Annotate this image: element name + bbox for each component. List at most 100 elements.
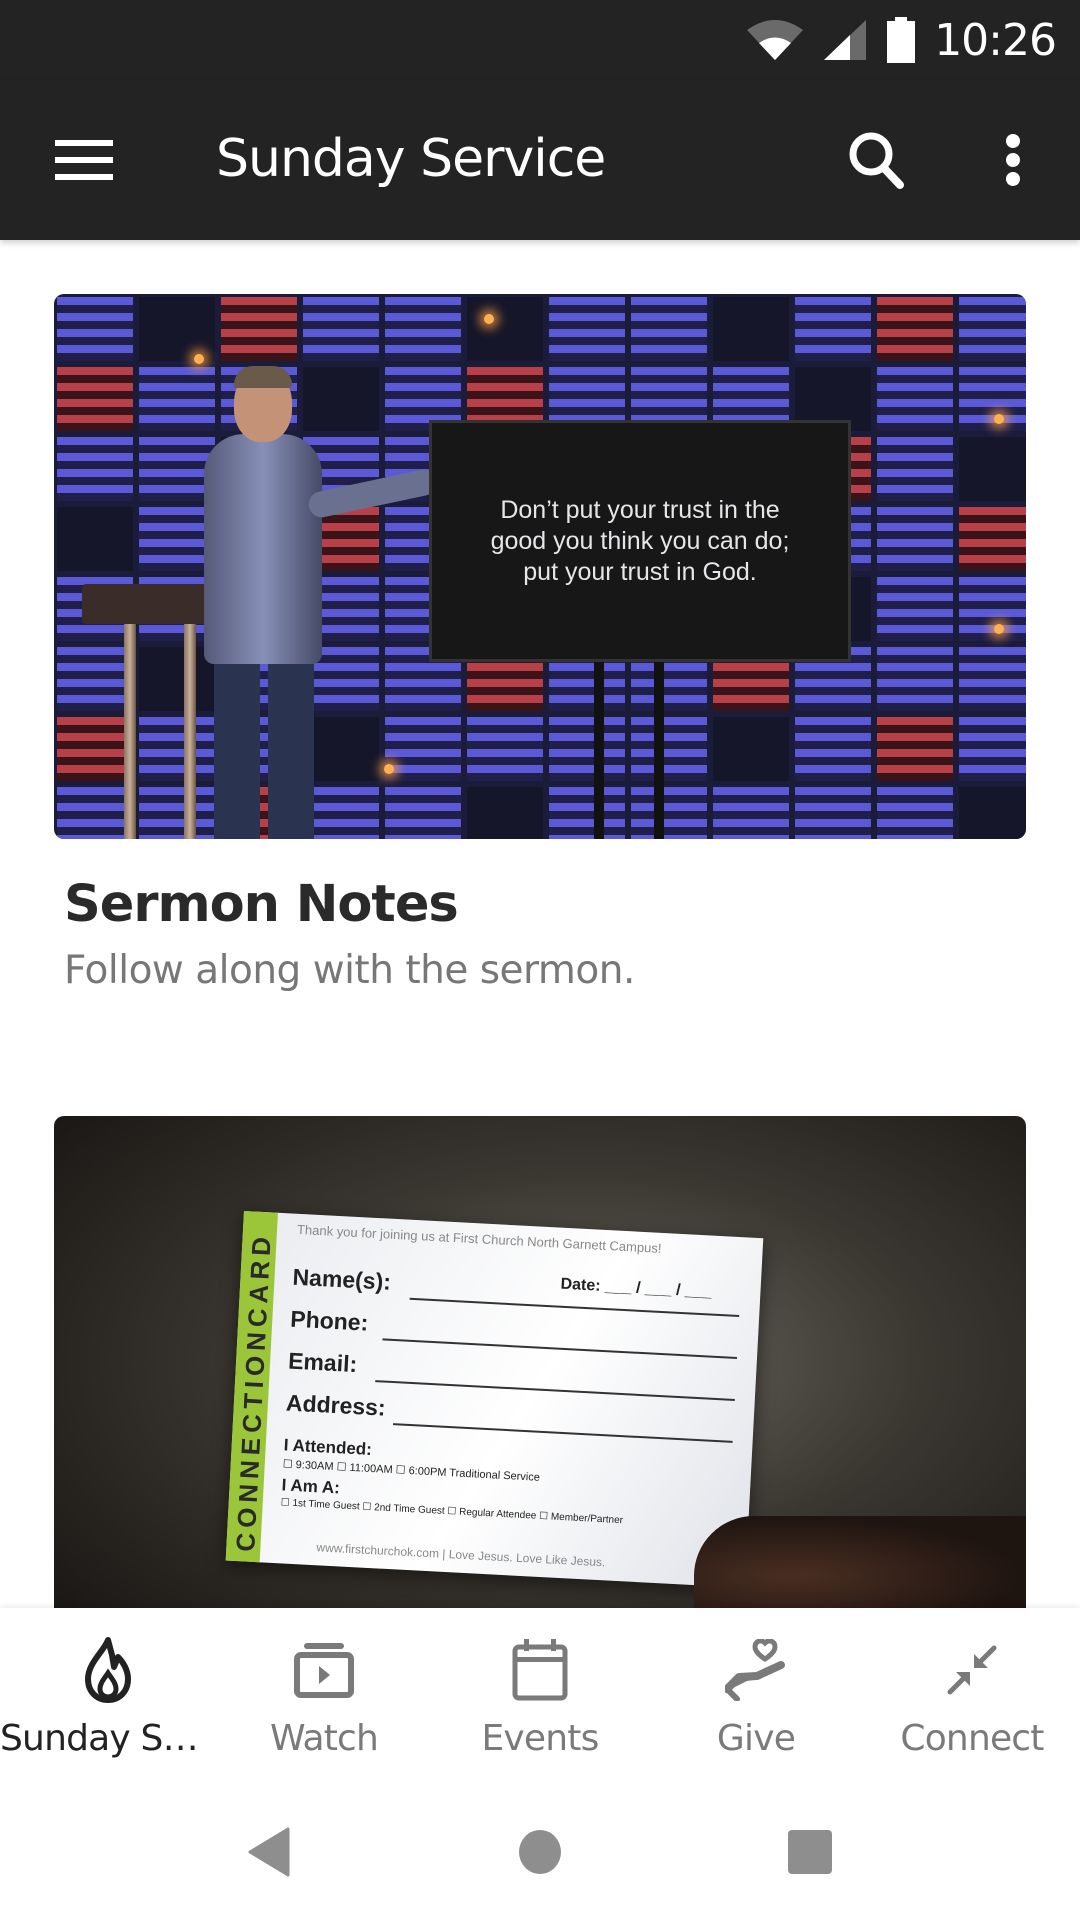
nav-label: Watch xyxy=(269,1718,379,1759)
card-subtitle: Follow along with the sermon. xyxy=(64,948,635,993)
pastor-hair xyxy=(234,366,292,388)
recents-button[interactable] xyxy=(780,1822,840,1882)
stage-crate xyxy=(385,717,461,781)
wifi-icon xyxy=(747,20,804,60)
stage-crate xyxy=(57,367,133,431)
stage-crate xyxy=(877,507,953,571)
stage-crate xyxy=(877,787,953,839)
stage-crate xyxy=(713,787,789,839)
nav-item-connect[interactable]: Connect xyxy=(864,1608,1080,1778)
connection-card-paper: CONNECTIONCARD Thank you for joining us … xyxy=(225,1211,764,1588)
stage-crate xyxy=(303,297,379,361)
card-footer: www.firstchurchok.com | Love Jesus. Love… xyxy=(316,1540,606,1570)
stage-light-bulb xyxy=(384,764,394,774)
calendar-icon xyxy=(512,1639,568,1701)
stage-crate xyxy=(549,787,625,839)
stage-crate xyxy=(57,297,133,361)
stage-crate xyxy=(549,717,625,781)
stage-crate xyxy=(877,717,953,781)
stage-light-bulb xyxy=(194,354,204,364)
hand-thumb xyxy=(694,1516,1026,1608)
stage-crate xyxy=(877,577,953,641)
search-button[interactable] xyxy=(842,124,910,196)
cell-signal-icon xyxy=(824,20,867,60)
stage-crate xyxy=(631,297,707,361)
podium-leg xyxy=(184,624,196,839)
hand-heart-icon xyxy=(725,1639,785,1701)
connection-card-card[interactable]: CONNECTIONCARD Thank you for joining us … xyxy=(54,1116,1026,1608)
bottom-navigation: Sunday Ser... Watch Events Give Connect xyxy=(0,1608,1080,1778)
card-attended-label: I Attended: xyxy=(283,1435,373,1460)
stage-crate xyxy=(959,647,1026,711)
stage-crate xyxy=(549,297,625,361)
card-iam-options: ☐ 1st Time Guest ☐ 2nd Time Guest ☐ Regu… xyxy=(280,1497,624,1527)
stage-crate xyxy=(57,717,133,781)
stage-crate xyxy=(795,297,871,361)
connection-card-image[interactable]: CONNECTIONCARD Thank you for joining us … xyxy=(54,1116,1026,1608)
recents-icon xyxy=(788,1830,832,1874)
stage-light-bulb xyxy=(994,414,1004,424)
home-button[interactable] xyxy=(510,1822,570,1882)
stage-crate xyxy=(631,717,707,781)
stage-crate xyxy=(959,507,1026,571)
stage-crate xyxy=(385,297,461,361)
page-title: Sunday Service xyxy=(216,129,606,189)
status-icons: 10:26 xyxy=(746,12,1057,68)
system-navigation-bar xyxy=(0,1778,1080,1920)
nav-label: Events xyxy=(481,1718,599,1759)
menu-button[interactable] xyxy=(44,127,124,193)
pastor-legs xyxy=(214,664,314,839)
nav-item-events[interactable]: Events xyxy=(432,1608,648,1778)
content-scroll[interactable]: Don’t put your trust in the good you thi… xyxy=(0,240,1080,1608)
stage-crate xyxy=(959,577,1026,641)
stage-crate xyxy=(221,297,297,361)
stage-crate xyxy=(385,787,461,839)
podium-leg xyxy=(124,624,136,839)
stage-light-bulb xyxy=(484,314,494,324)
flame-icon xyxy=(85,1637,131,1703)
menu-icon xyxy=(55,140,113,180)
nav-label: Give xyxy=(716,1718,796,1759)
stage-crate xyxy=(959,787,1026,839)
nav-item-sunday-service[interactable]: Sunday Ser... xyxy=(0,1608,216,1778)
stage-crate xyxy=(139,717,215,781)
stage-crate xyxy=(57,647,133,711)
nav-item-give[interactable]: Give xyxy=(648,1608,864,1778)
stage-crate xyxy=(959,717,1026,781)
stage-crate xyxy=(57,507,133,571)
nav-item-watch[interactable]: Watch xyxy=(216,1608,432,1778)
back-button[interactable] xyxy=(238,1822,298,1882)
card-field-address: Address: xyxy=(285,1389,387,1421)
stage-crate xyxy=(795,787,871,839)
stage-crate xyxy=(877,367,953,431)
video-library-icon xyxy=(294,1643,354,1698)
stage-crate xyxy=(877,437,953,501)
home-icon xyxy=(519,1830,561,1874)
card-date: Date: ___ / ___ / ___ xyxy=(560,1275,713,1301)
stage-crate xyxy=(959,437,1026,501)
stage-crate xyxy=(57,437,133,501)
stage-crate xyxy=(139,367,215,431)
card-field-line xyxy=(382,1338,738,1360)
stage-crate xyxy=(57,787,133,839)
compress-arrows-icon xyxy=(947,1645,997,1695)
stage-crate xyxy=(959,367,1026,431)
card-field-name: Name(s): xyxy=(291,1263,392,1295)
nav-label: Sunday Ser... xyxy=(0,1718,216,1759)
stage-crate xyxy=(959,297,1026,361)
screen-stand xyxy=(654,662,664,839)
stage-screen: Don’t put your trust in the good you thi… xyxy=(429,420,851,662)
card-iam-label: I Am A: xyxy=(281,1475,341,1498)
more-vert-icon xyxy=(1006,134,1020,186)
stage-crate xyxy=(877,297,953,361)
app-bar: Sunday Service xyxy=(0,80,1080,240)
battery-icon xyxy=(887,17,916,63)
sermon-notes-card[interactable]: Don’t put your trust in the good you thi… xyxy=(54,294,1026,993)
nav-label: Connect xyxy=(900,1718,1044,1759)
more-options-button[interactable] xyxy=(985,124,1041,196)
stage-crate xyxy=(795,717,871,781)
back-icon xyxy=(248,1827,290,1877)
card-field-line xyxy=(392,1423,733,1443)
status-bar: 10:26 xyxy=(0,0,1080,80)
sermon-notes-image[interactable]: Don’t put your trust in the good you thi… xyxy=(54,294,1026,839)
